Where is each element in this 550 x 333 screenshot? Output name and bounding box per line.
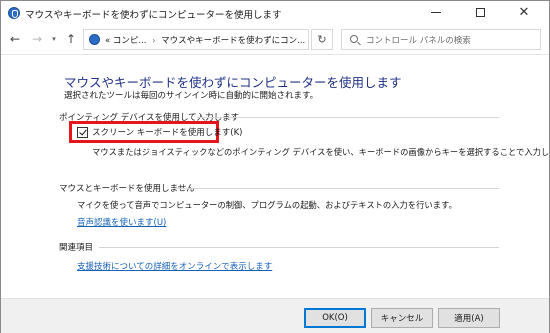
assistive-technology-link[interactable]: 支援技術についての詳細をオンラインで表示します <box>77 260 272 272</box>
minimize-button[interactable] <box>414 1 458 23</box>
breadcrumb-overflow[interactable]: « <box>105 36 110 46</box>
on-screen-keyboard-option[interactable]: スクリーン キーボードを使用します(K) <box>77 126 243 138</box>
maximize-icon <box>475 7 485 17</box>
maximize-button[interactable] <box>458 1 502 23</box>
section-divider <box>197 117 499 118</box>
search-input[interactable]: コントロール パネルの検索 <box>341 29 541 50</box>
close-icon: ✕ <box>518 4 530 20</box>
title-bar: マウスやキーボードを使わずにコンピューターを使用します ✕ <box>1 1 549 25</box>
breadcrumb-item-current[interactable]: マウスやキーボードを使わずにコン... <box>161 36 305 46</box>
close-button[interactable]: ✕ <box>502 1 546 23</box>
window-title: マウスやキーボードを使わずにコンピューターを使用します <box>25 10 282 21</box>
search-placeholder: コントロール パネルの検索 <box>366 36 471 46</box>
arrow-right-icon: → <box>31 32 43 46</box>
speech-recognition-description: マイクを使って音声でコンピューターの制御、プログラムの起動、およびテキストの入力… <box>77 200 457 210</box>
section-heading-related: 関連項目 <box>59 243 94 253</box>
address-bar[interactable]: « コンピ... › マウスやキーボードを使わずにコン... ▾ <box>83 29 377 50</box>
arrow-left-icon: ← <box>9 32 21 46</box>
ease-of-access-icon <box>8 7 20 19</box>
ease-of-access-icon <box>89 34 100 45</box>
speech-recognition-link[interactable]: 音声認識を使います(U) <box>77 216 166 228</box>
breadcrumb: « コンピ... › マウスやキーボードを使わずにコン... <box>105 34 305 46</box>
dialog-footer: OK(O) キャンセル 適用(A) <box>1 298 549 333</box>
minimize-icon <box>431 11 441 13</box>
apply-button[interactable]: 適用(A) <box>438 308 500 328</box>
cancel-button[interactable]: キャンセル <box>371 308 433 328</box>
page-subtitle: 選択されたツールは毎回のサインイン時に自動的に開始されます。 <box>64 91 319 101</box>
search-icon <box>350 35 358 43</box>
chevron-down-icon: ▾ <box>52 35 56 43</box>
refresh-button[interactable]: ↻ <box>311 29 333 50</box>
main-content: マウスやキーボードを使わずにコンピューターを使用します 選択されたツールは毎回の… <box>1 56 550 298</box>
on-screen-keyboard-checkbox[interactable] <box>77 126 88 138</box>
up-button[interactable]: ↑ <box>63 31 79 47</box>
breadcrumb-item-control-panel[interactable]: コンピ... <box>113 36 147 46</box>
refresh-icon: ↻ <box>317 33 327 46</box>
recent-locations-button[interactable]: ▾ <box>49 31 59 47</box>
section-divider <box>99 247 499 248</box>
on-screen-keyboard-description: マウスまたはジョイスティックなどのポインティング デバイスを使い、キーボードの画… <box>92 147 550 157</box>
section-divider <box>173 188 499 189</box>
arrow-up-icon: ↑ <box>65 32 77 46</box>
on-screen-keyboard-label[interactable]: スクリーン キーボードを使用します(K) <box>92 126 243 138</box>
navigation-bar: ← → ▾ ↑ « コンピ... › マウスやキーボードを使わずにコン... ▾… <box>1 25 549 55</box>
back-button[interactable]: ← <box>7 31 23 47</box>
control-panel-window: マウスやキーボードを使わずにコンピューターを使用します ✕ ← → ▾ ↑ « … <box>0 0 550 333</box>
ok-button[interactable]: OK(O) <box>304 308 366 328</box>
forward-button[interactable]: → <box>29 31 45 47</box>
breadcrumb-separator-icon: › <box>152 36 156 45</box>
